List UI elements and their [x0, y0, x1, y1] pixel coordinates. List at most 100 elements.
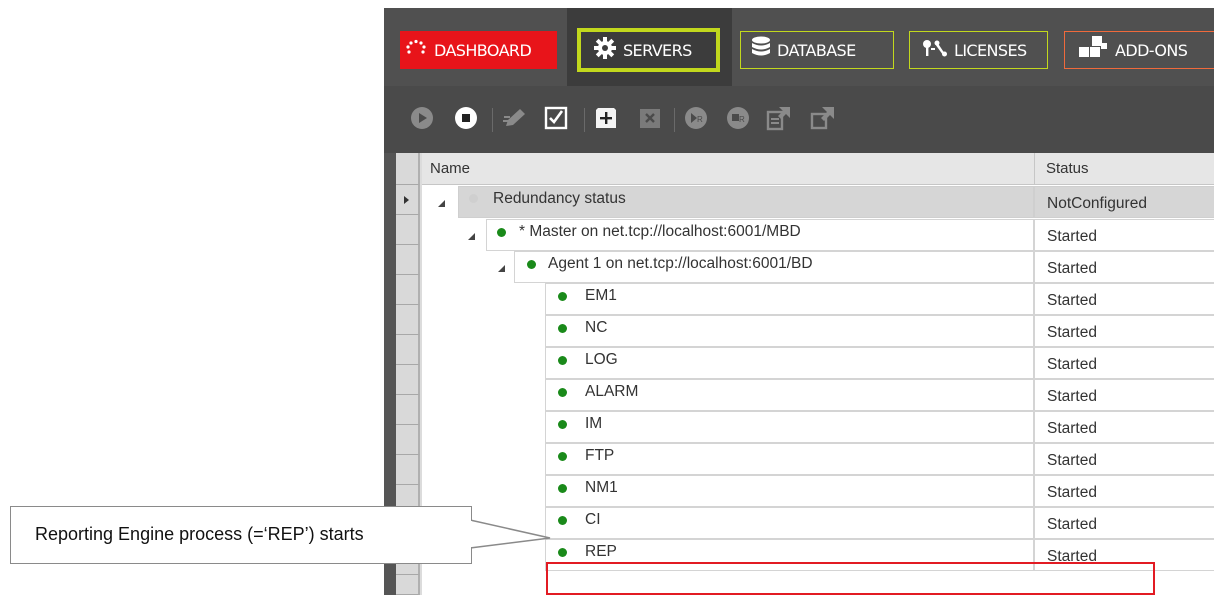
play-r-icon[interactable]: R: [684, 106, 708, 130]
row-name: * Master on net.tcp://localhost:6001/MBD: [519, 223, 801, 240]
status-dot-icon: [558, 452, 567, 461]
row-status: Started: [1047, 420, 1097, 437]
row-name: FTP: [585, 447, 615, 464]
collapse-arrow-icon[interactable]: [468, 233, 475, 240]
dashboard-spinner-icon: [404, 38, 428, 62]
tab-dashboard[interactable]: DASHBOARD: [400, 31, 557, 69]
stop-r-icon[interactable]: R: [726, 106, 750, 130]
row-name: Agent 1 on net.tcp://localhost:6001/BD: [548, 255, 813, 272]
status-cell: Started: [1034, 251, 1214, 283]
row-name: NM1: [585, 479, 618, 496]
row-header[interactable]: [396, 305, 420, 335]
row-header[interactable]: [396, 245, 420, 275]
import-icon[interactable]: [810, 106, 834, 130]
collapse-arrow-icon[interactable]: [438, 200, 445, 207]
name-cell: EM1: [545, 283, 1034, 315]
row-header[interactable]: [396, 215, 420, 245]
row-status: Started: [1047, 356, 1097, 373]
column-header-status[interactable]: Status: [1046, 160, 1089, 177]
edit-icon[interactable]: [502, 106, 526, 130]
current-row-arrow-icon: [404, 196, 409, 204]
row-header[interactable]: [396, 365, 420, 395]
status-dot-icon: [558, 324, 567, 333]
name-cell: Agent 1 on net.tcp://localhost:6001/BD: [514, 251, 1034, 283]
tree-row-process[interactable]: EM1 Started: [422, 283, 1214, 315]
name-cell: NC: [545, 315, 1034, 347]
row-header[interactable]: [396, 455, 420, 485]
row-status: Started: [1047, 484, 1097, 501]
tab-addons[interactable]: ADD-ONS: [1064, 31, 1214, 69]
annotation-callout: Reporting Engine process (=‘REP’) starts: [10, 506, 472, 564]
tree-row-process[interactable]: NM1 Started: [422, 475, 1214, 507]
tab-licenses[interactable]: LICENSES: [909, 31, 1048, 69]
status-cell: Started: [1034, 283, 1214, 315]
tree-row-process[interactable]: FTP Started: [422, 443, 1214, 475]
status-dot-icon: [558, 548, 567, 557]
status-dot-icon: [497, 228, 506, 237]
collapse-arrow-icon[interactable]: [498, 265, 505, 272]
toolbar-separator: [492, 108, 493, 132]
status-dot-icon: [558, 356, 567, 365]
tree-row-process[interactable]: LOG Started: [422, 347, 1214, 379]
add-icon[interactable]: [594, 106, 618, 130]
svg-text:R: R: [739, 115, 745, 124]
row-header[interactable]: [396, 395, 420, 425]
tab-licenses-label: LICENSES: [954, 40, 1027, 60]
tree-row-redundancy-status[interactable]: Redundancy status NotConfigured: [422, 186, 1214, 218]
status-cell: Started: [1034, 443, 1214, 475]
row-status: Started: [1047, 292, 1097, 309]
row-header[interactable]: [396, 425, 420, 455]
status-cell: Started: [1034, 379, 1214, 411]
row-status: Started: [1047, 388, 1097, 405]
tab-addons-label: ADD-ONS: [1115, 40, 1188, 60]
name-cell: LOG: [545, 347, 1034, 379]
row-header[interactable]: [396, 335, 420, 365]
status-cell: Started: [1034, 315, 1214, 347]
row-header-corner: [396, 153, 420, 185]
row-header[interactable]: [396, 275, 420, 305]
status-cell: Started: [1034, 411, 1214, 443]
tree-row-process[interactable]: IM Started: [422, 411, 1214, 443]
status-cell: Started: [1034, 475, 1214, 507]
name-cell: CI: [545, 507, 1034, 539]
tree-row-agent[interactable]: Agent 1 on net.tcp://localhost:6001/BD S…: [422, 251, 1214, 283]
tab-dashboard-label: DASHBOARD: [434, 40, 532, 60]
row-header[interactable]: [396, 575, 420, 595]
status-dot-icon: [527, 260, 536, 269]
toolbar-separator: [674, 108, 675, 132]
status-dot-icon: [558, 292, 567, 301]
row-header[interactable]: [396, 185, 420, 215]
tab-database[interactable]: DATABASE: [740, 31, 894, 69]
toolbar: R R: [384, 86, 1214, 153]
tab-database-label: DATABASE: [777, 40, 856, 60]
row-name: ALARM: [585, 383, 639, 400]
row-name: Redundancy status: [493, 190, 626, 207]
column-header-name[interactable]: Name: [430, 160, 470, 177]
status-dot-icon: [558, 516, 567, 525]
column-divider: [1034, 153, 1035, 185]
row-name: IM: [585, 415, 603, 432]
gear-icon: [593, 36, 617, 64]
row-name: CI: [585, 511, 601, 528]
name-cell: NM1: [545, 475, 1034, 507]
play-icon[interactable]: [410, 106, 434, 130]
status-cell: Started: [1034, 347, 1214, 379]
tree-row-process[interactable]: CI Started: [422, 507, 1214, 539]
export-icon[interactable]: [766, 106, 790, 131]
row-name: EM1: [585, 287, 617, 304]
row-name: NC: [585, 319, 608, 336]
tab-servers[interactable]: SERVERS: [577, 28, 720, 72]
status-cell: Started: [1034, 219, 1214, 251]
row-status: Started: [1047, 324, 1097, 341]
tree-row-process[interactable]: NC Started: [422, 315, 1214, 347]
remove-icon[interactable]: [638, 106, 662, 130]
tree-row-process[interactable]: ALARM Started: [422, 379, 1214, 411]
checkbox-icon[interactable]: [544, 106, 568, 130]
status-dot-icon: [469, 194, 478, 203]
rep-row-highlight-box: [546, 562, 1155, 595]
status-cell: NotConfigured: [1034, 186, 1214, 218]
row-name: LOG: [585, 351, 618, 368]
row-status: Started: [1047, 260, 1097, 277]
tree-row-master[interactable]: * Master on net.tcp://localhost:6001/MBD…: [422, 219, 1214, 251]
stop-icon[interactable]: [454, 106, 478, 130]
